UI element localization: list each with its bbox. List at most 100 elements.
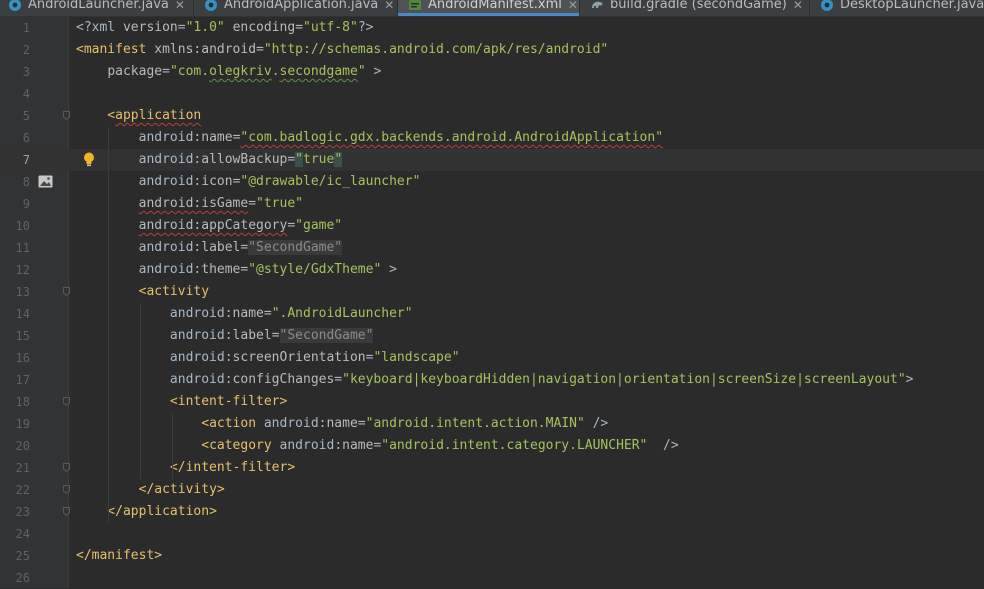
code-token: >: [279, 394, 288, 409]
code-line[interactable]: 17 android:configChanges="keyboard|keybo…: [0, 369, 984, 391]
code-line[interactable]: 26: [0, 567, 984, 589]
code-text: <application: [76, 105, 201, 127]
xml-manifest-icon: [409, 0, 421, 10]
code-line[interactable]: 15 android:label="SecondGame": [0, 325, 984, 347]
code-text: android:allowBackup="true": [76, 149, 343, 171]
close-icon[interactable]: ✕: [384, 0, 394, 13]
code-token: "com.badlogic.gdx.backends.android.Andro…: [240, 130, 664, 145]
code-line[interactable]: 20 <category android:name="android.inten…: [0, 435, 984, 457]
code-token: "SecondGame": [279, 328, 374, 343]
code-line[interactable]: 16 android:screenOrientation="landscape": [0, 347, 984, 369]
tab-desktop-launcher-java[interactable]: DesktopLauncher.java: [810, 0, 984, 16]
code-token: allowBackup: [201, 152, 288, 167]
gutter-row: 10: [0, 215, 68, 237]
fold-marker-icon[interactable]: [63, 463, 70, 472]
code-token: "@style/GdxTheme": [248, 262, 382, 277]
code-line[interactable]: 11 android:label="SecondGame": [0, 237, 984, 259]
code-line[interactable]: 8 android:icon="@drawable/ic_launcher": [0, 171, 984, 193]
code-token: :: [224, 372, 233, 387]
code-line[interactable]: 5 <application: [0, 105, 984, 127]
line-number: 24: [15, 527, 30, 541]
close-icon[interactable]: ✕: [175, 0, 185, 13]
code-token: <: [76, 284, 147, 299]
code-line[interactable]: 3 package="com.olegkriv.secondgame" >: [0, 61, 984, 83]
code-line[interactable]: 14 android:name=".AndroidLauncher": [0, 303, 984, 325]
code-token: <: [76, 438, 210, 453]
tab-build-gradle[interactable]: build.gradle (secondGame) ✕: [580, 0, 810, 16]
tab-android-manifest-xml[interactable]: AndroidManifest.xml ✕: [398, 0, 580, 16]
fold-marker-icon[interactable]: [63, 287, 70, 296]
code-text: android:isGame="true": [76, 193, 303, 215]
gutter-row: 24: [0, 523, 68, 545]
code-token: android: [169, 350, 225, 365]
line-number: 12: [15, 263, 30, 277]
code-text: <?xml version="1.0" encoding="utf-8"?>: [76, 17, 373, 39]
code-token: label: [232, 328, 272, 343]
code-line[interactable]: 23 </application>: [0, 501, 984, 523]
code-line[interactable]: 22 </activity>: [0, 479, 984, 501]
fold-marker-icon[interactable]: [63, 397, 70, 406]
line-number: 15: [15, 329, 30, 343]
fold-marker-icon[interactable]: [63, 485, 70, 494]
code-token: =: [287, 152, 296, 167]
gutter-row: 6: [0, 127, 68, 149]
close-icon[interactable]: ✕: [568, 0, 578, 13]
code-line[interactable]: 1 <?xml version="1.0" encoding="utf-8"?>: [0, 17, 984, 39]
code-line[interactable]: 13 <activity: [0, 281, 984, 303]
line-number: 2: [22, 43, 30, 57]
code-line[interactable]: 18 <intent-filter>: [0, 391, 984, 413]
code-token: android: [169, 372, 225, 387]
code-token: </: [76, 482, 155, 497]
code-line[interactable]: 12 android:theme="@style/GdxTheme" >: [0, 259, 984, 281]
code-line[interactable]: 4: [0, 83, 984, 105]
tab-android-launcher-java[interactable]: AndroidLauncher.java ✕: [0, 0, 194, 16]
code-line[interactable]: 25 </manifest>: [0, 545, 984, 567]
code-token: "true": [256, 196, 303, 211]
close-icon[interactable]: ✕: [793, 0, 803, 13]
code-token: "http://schemas.android.com/apk/res/andr…: [263, 42, 609, 57]
code-text: <activity: [76, 281, 209, 303]
code-token: name: [342, 438, 374, 453]
code-token: manifest: [91, 548, 155, 563]
code-line[interactable]: 21 </intent-filter>: [0, 457, 984, 479]
tab-android-application-java[interactable]: AndroidApplication.java ✕: [194, 0, 398, 16]
gutter-row: 2: [0, 39, 68, 61]
code-token: ": [295, 152, 303, 167]
code-text: android:configChanges="keyboard|keyboard…: [76, 369, 914, 391]
code-editor[interactable]: 1 <?xml version="1.0" encoding="utf-8"?> 2…: [0, 17, 984, 588]
gutter-row: 21: [0, 457, 70, 479]
code-text: android:label="SecondGame": [76, 325, 374, 347]
gutter-row: 22: [0, 479, 70, 501]
image-preview-icon[interactable]: [38, 175, 53, 188]
code-line[interactable]: 24: [0, 523, 984, 545]
code-line[interactable]: 6 android:name="com.badlogic.gdx.backend…: [0, 127, 984, 149]
gutter-row: 8: [0, 171, 68, 193]
indent-guide: [140, 303, 141, 479]
code-token: ?>: [357, 20, 374, 35]
code-line[interactable]: 2 <manifest xmlns:android="http://schemas…: [0, 39, 984, 61]
fold-marker-icon[interactable]: [63, 507, 70, 516]
code-line[interactable]: 10 android:appCategory="game": [0, 215, 984, 237]
code-text: <category android:name="android.intent.c…: [76, 435, 678, 457]
code-token: "com.: [169, 64, 210, 79]
gutter-row: 26: [0, 567, 68, 589]
gutter-row: 18: [0, 391, 70, 413]
line-number: 16: [15, 351, 30, 365]
code-line[interactable]: 19 <action android:name="android.intent.…: [0, 413, 984, 435]
code-line[interactable]: 7 android:allowBackup="true": [0, 149, 984, 171]
gutter-row: 17: [0, 369, 68, 391]
code-text: <action android:name="android.intent.act…: [76, 413, 608, 435]
code-token: :: [224, 328, 233, 343]
line-number: 20: [15, 439, 30, 453]
code-token: "landscape": [373, 350, 460, 365]
code-token: android: [169, 328, 225, 343]
indent-guide: [108, 127, 109, 523]
fold-marker-icon[interactable]: [63, 111, 70, 120]
code-line[interactable]: 9 android:isGame="true": [0, 193, 984, 215]
gutter-row: 19: [0, 413, 68, 435]
code-token: >: [216, 482, 225, 497]
code-token: version: [122, 20, 178, 35]
code-token: "android.intent.action.MAIN": [365, 416, 585, 431]
